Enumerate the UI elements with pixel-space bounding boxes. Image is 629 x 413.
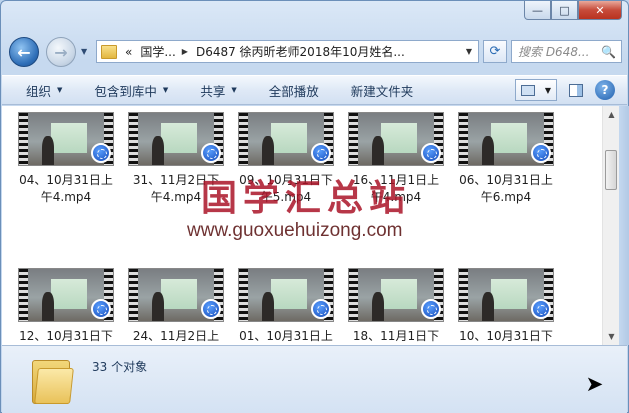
minimize-button[interactable]: — <box>524 1 551 20</box>
media-player-icon <box>311 143 331 163</box>
media-player-icon <box>91 299 111 319</box>
file-name: 24、11月2日上午 <box>132 329 220 343</box>
chevron-down-icon: ▼ <box>162 86 169 94</box>
search-input[interactable]: 搜索 D648... 🔍 <box>511 40 622 63</box>
forward-arrow-icon: → <box>54 42 68 62</box>
refresh-button[interactable]: ⟳ <box>483 40 507 63</box>
organize-label: 组织 <box>26 83 52 99</box>
breadcrumb-item-current[interactable]: D6487 徐丙昕老师2018年10月姓名... <box>196 43 405 60</box>
new-folder-label: 新建文件夹 <box>350 83 414 99</box>
back-arrow-icon: ← <box>17 42 31 62</box>
breadcrumb-overflow[interactable]: « <box>125 45 132 59</box>
media-player-icon <box>311 299 331 319</box>
chevron-down-icon: ▼ <box>57 86 63 94</box>
breadcrumb-separator-icon[interactable]: ▶ <box>182 47 188 56</box>
file-item[interactable]: 04、10月31日上午4.mp4 <box>14 112 118 206</box>
command-bar: 组织 ▼ 包含到库中 ▼ 共享 ▼ 全部播放 新建文件夹 ▼ ? <box>2 75 627 105</box>
breadcrumb-item-root[interactable]: 国学... <box>140 43 175 60</box>
details-pane: 33 个对象 <box>2 345 627 413</box>
video-thumbnail <box>18 112 114 166</box>
recent-pages-dropdown[interactable]: ▼ <box>81 47 87 56</box>
include-in-library-button[interactable]: 包含到库中 ▼ <box>86 79 176 101</box>
item-count: 33 个对象 <box>92 360 148 374</box>
explorer-window: — □ ✕ ← → ▼ « 国学... ▶ D6487 徐丙昕老师2018年10… <box>0 0 629 413</box>
file-name: 18、11月1日下午 <box>352 329 440 343</box>
file-item[interactable]: 12、10月31日下 <box>14 268 118 345</box>
watermark-url: www.guoxuehuizong.com <box>187 220 403 241</box>
file-item[interactable]: 10、10月31日下 <box>454 268 558 345</box>
forward-button[interactable]: → <box>46 37 76 67</box>
video-thumbnail <box>18 268 114 322</box>
video-thumbnail <box>458 268 554 322</box>
play-all-button[interactable]: 全部播放 <box>261 79 327 101</box>
window-edge <box>619 106 629 345</box>
search-icon[interactable]: 🔍 <box>601 45 616 59</box>
address-bar[interactable]: « 国学... ▶ D6487 徐丙昕老师2018年10月姓名... ▼ <box>96 40 479 63</box>
caption-buttons: — □ ✕ <box>524 1 622 20</box>
file-name: 10、10月31日下 <box>459 329 553 343</box>
back-button[interactable]: ← <box>9 37 39 67</box>
new-folder-button[interactable]: 新建文件夹 <box>343 79 422 101</box>
video-thumbnail <box>458 112 554 166</box>
preview-pane-button[interactable] <box>565 79 587 101</box>
file-name: 04、10月31日上午4.mp4 <box>19 173 113 204</box>
video-thumbnail <box>238 112 334 166</box>
maximize-button[interactable]: □ <box>551 1 578 20</box>
play-all-label: 全部播放 <box>268 83 319 99</box>
help-icon: ? <box>601 83 609 97</box>
chevron-down-icon[interactable]: ▼ <box>545 86 551 95</box>
file-name: 06、10月31日上午6.mp4 <box>459 173 553 204</box>
scrollbar-thumb[interactable] <box>605 150 617 190</box>
media-player-icon <box>91 143 111 163</box>
video-thumbnail <box>348 112 444 166</box>
scroll-up-icon[interactable]: ▲ <box>603 106 620 123</box>
preview-pane-icon <box>569 83 583 97</box>
file-item[interactable]: 24、11月2日上午 <box>124 268 228 345</box>
address-dropdown-icon[interactable]: ▼ <box>466 47 472 56</box>
help-button[interactable]: ? <box>595 80 615 100</box>
video-thumbnail <box>348 268 444 322</box>
share-button[interactable]: 共享 ▼ <box>192 79 244 101</box>
video-thumbnail <box>128 112 224 166</box>
media-player-icon <box>531 143 551 163</box>
media-player-icon <box>201 143 221 163</box>
share-label: 共享 <box>200 83 226 99</box>
file-item[interactable]: 18、11月1日下午 <box>344 268 448 345</box>
toolbar-right-group: ▼ ? <box>515 79 615 101</box>
navigation-bar: ← → ▼ « 国学... ▶ D6487 徐丙昕老师2018年10月姓名...… <box>9 37 622 67</box>
scroll-down-icon[interactable]: ▼ <box>603 328 620 345</box>
mouse-cursor-icon: ➤ <box>586 374 603 396</box>
organize-button[interactable]: 组织 ▼ <box>18 79 70 101</box>
view-icon <box>520 84 535 96</box>
refresh-icon: ⟳ <box>489 44 501 59</box>
video-thumbnail <box>238 268 334 322</box>
media-player-icon <box>421 143 441 163</box>
video-thumbnail <box>128 268 224 322</box>
folder-large-icon <box>32 354 74 404</box>
vertical-scrollbar[interactable]: ▲ ▼ <box>602 106 619 345</box>
include-library-label: 包含到库中 <box>94 83 157 99</box>
change-view-button[interactable]: ▼ <box>515 79 557 101</box>
close-button[interactable]: ✕ <box>578 1 622 20</box>
chevron-down-icon: ▼ <box>231 86 237 94</box>
media-player-icon <box>421 299 441 319</box>
folder-icon <box>101 44 117 59</box>
media-player-icon <box>201 299 221 319</box>
file-item[interactable]: 06、10月31日上午6.mp4 <box>454 112 558 206</box>
media-player-icon <box>531 299 551 319</box>
search-placeholder: 搜索 D648... <box>518 45 590 59</box>
file-name: 01、10月31日上 <box>239 329 333 343</box>
file-name: 12、10月31日下 <box>19 329 113 343</box>
watermark-title: 国学汇总站 <box>201 177 412 219</box>
file-item[interactable]: 01、10月31日上 <box>234 268 338 345</box>
